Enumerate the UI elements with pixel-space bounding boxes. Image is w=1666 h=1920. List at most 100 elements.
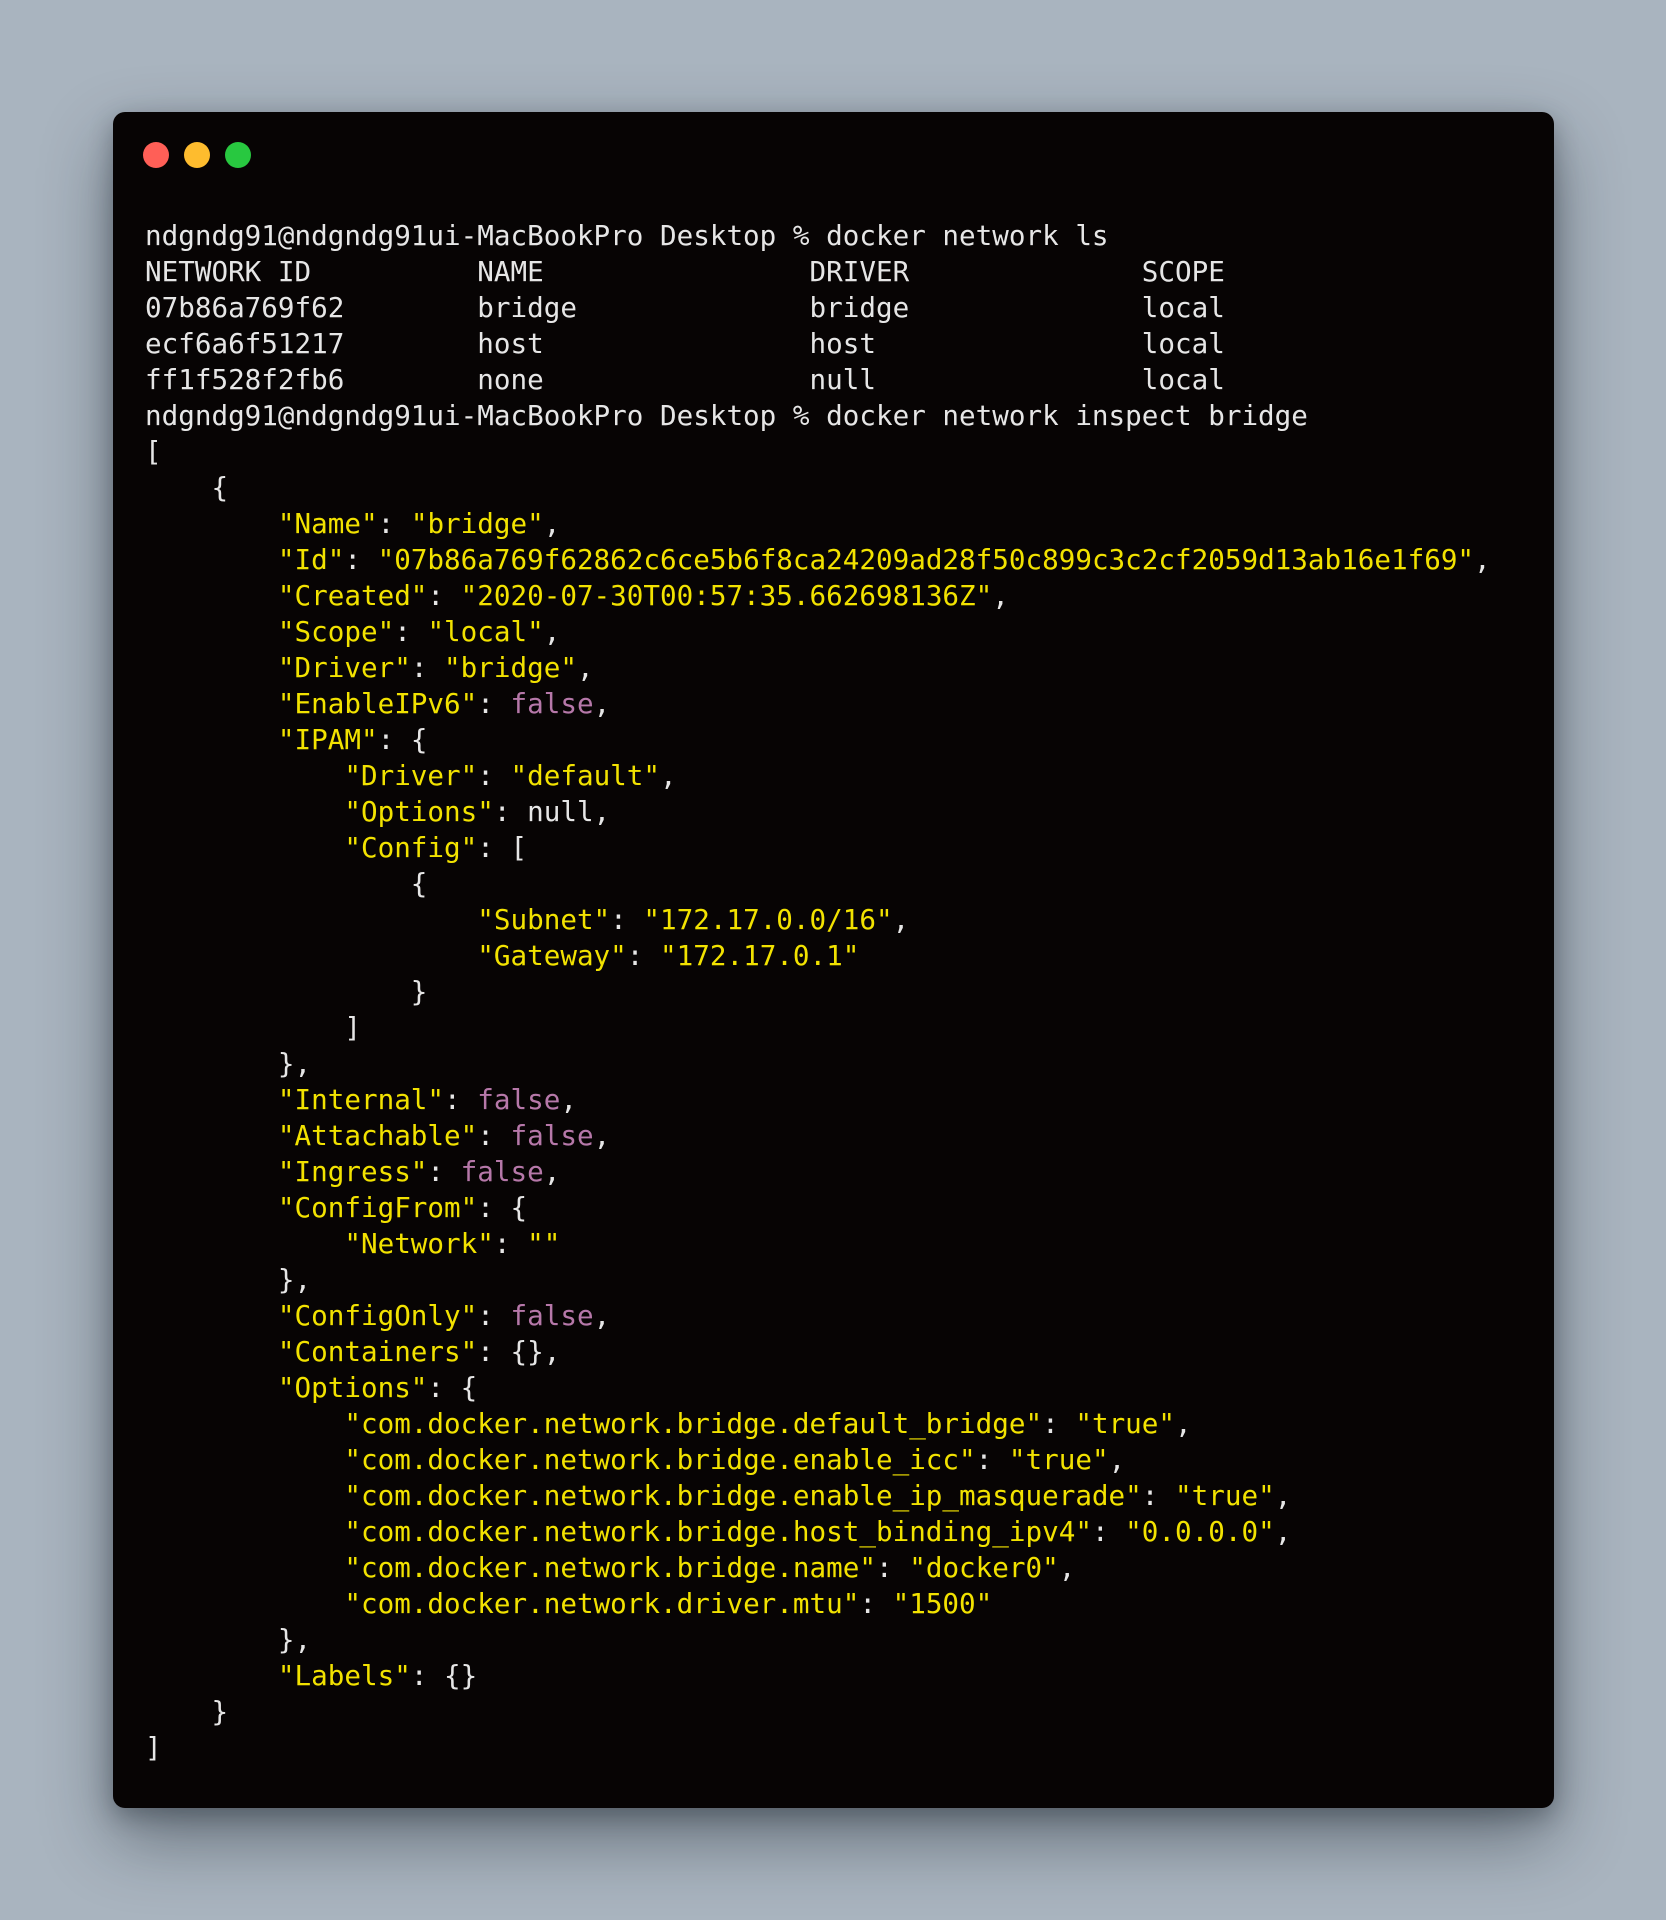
json-string: "com.docker.network.bridge.name" (344, 1551, 876, 1584)
json-string: "07b86a769f62862c6ce5b6f8ca24209ad28f50c… (377, 543, 1475, 576)
terminal-text: ] (145, 1731, 162, 1764)
terminal-line: "ConfigOnly": false, (145, 1298, 1534, 1334)
json-string: "Labels" (277, 1659, 411, 1692)
json-string: "Options" (344, 795, 494, 828)
terminal-line: "com.docker.network.bridge.enable_ip_mas… (145, 1478, 1534, 1514)
json-string: "Ingress" (277, 1155, 428, 1188)
terminal-text: : {}, (477, 1335, 561, 1368)
terminal-text: : (344, 543, 378, 576)
terminal-text: ndgndg91@ndgndg91ui-MacBookPro Desktop %… (145, 399, 1308, 432)
json-string: "Internal" (277, 1083, 445, 1116)
zoom-button[interactable] (225, 142, 251, 168)
json-string: "default" (510, 759, 661, 792)
terminal-text: : (427, 1155, 461, 1188)
terminal-line: "EnableIPv6": false, (145, 686, 1534, 722)
terminal-line: "Options": null, (145, 794, 1534, 830)
json-string: "bridge" (410, 507, 544, 540)
terminal-line: "IPAM": { (145, 722, 1534, 758)
json-string: "1500" (892, 1587, 993, 1620)
terminal-text: : (875, 1551, 910, 1584)
json-boolean: false (510, 687, 594, 720)
terminal-line: 07b86a769f62 bridge bridge local (145, 290, 1534, 326)
json-string: "Gateway" (477, 939, 627, 972)
json-string: "" (527, 1227, 561, 1260)
terminal-text: ecf6a6f51217 host host local (145, 327, 1225, 360)
terminal-line: "com.docker.network.bridge.default_bridg… (145, 1406, 1534, 1442)
terminal-line: "Scope": "local", (145, 614, 1534, 650)
json-string: "Subnet" (477, 903, 611, 936)
terminal-line: "com.docker.network.bridge.host_binding_… (145, 1514, 1534, 1550)
json-string: "Options" (277, 1371, 428, 1404)
terminal-line: "com.docker.network.bridge.enable_icc": … (145, 1442, 1534, 1478)
terminal-text: , (560, 1083, 577, 1116)
terminal-text: ndgndg91@ndgndg91ui-MacBookPro Desktop %… (145, 219, 1109, 252)
terminal-line: { (145, 470, 1534, 506)
json-boolean: false (460, 1155, 544, 1188)
terminal-line: "Options": { (145, 1370, 1534, 1406)
json-string: "172.17.0.1" (660, 939, 860, 972)
terminal-text: } (145, 975, 428, 1008)
json-string: "172.17.0.0/16" (643, 903, 893, 936)
json-string: "true" (1075, 1407, 1176, 1440)
terminal-output[interactable]: ndgndg91@ndgndg91ui-MacBookPro Desktop %… (145, 218, 1534, 1766)
terminal-text: : (975, 1443, 1009, 1476)
terminal-text: : { (427, 1371, 478, 1404)
terminal-line: "Network": "" (145, 1226, 1534, 1262)
json-string: "Name" (277, 507, 378, 540)
terminal-text: : { (477, 1191, 528, 1224)
terminal-text: , (1274, 1479, 1292, 1512)
terminal-text: , (660, 759, 677, 792)
terminal-text: , (593, 1299, 611, 1332)
terminal-text: }, (145, 1263, 312, 1296)
json-string: "Driver" (277, 651, 411, 684)
json-boolean: false (510, 1299, 594, 1332)
terminal-text: , (543, 1155, 561, 1188)
terminal-text: NETWORK ID NAME DRIVER SCOPE (145, 255, 1225, 288)
json-string: "bridge" (444, 651, 577, 684)
terminal-line: "Created": "2020-07-30T00:57:35.66269813… (145, 578, 1534, 614)
minimize-button[interactable] (184, 142, 210, 168)
terminal-text: [ (145, 435, 162, 468)
terminal-text: ] (145, 1011, 361, 1044)
terminal-line: ] (145, 1730, 1534, 1766)
json-string: "Created" (277, 579, 428, 612)
terminal-text: : (1042, 1407, 1076, 1440)
terminal-line: [ (145, 434, 1534, 470)
terminal-text: , (1175, 1407, 1192, 1440)
json-string: "Attachable" (277, 1119, 478, 1152)
json-string: "true" (1008, 1443, 1109, 1476)
terminal-line: "Labels": {} (145, 1658, 1534, 1694)
terminal-text: , (992, 579, 1009, 612)
terminal-text: : (427, 579, 461, 612)
terminal-text: , (1058, 1551, 1076, 1584)
terminal-text: : (477, 1299, 511, 1332)
terminal-line: ndgndg91@ndgndg91ui-MacBookPro Desktop %… (145, 218, 1534, 254)
json-string: "com.docker.network.bridge.enable_ip_mas… (344, 1479, 1142, 1512)
json-string: "ConfigOnly" (277, 1299, 478, 1332)
terminal-line: } (145, 974, 1534, 1010)
terminal-line: "Gateway": "172.17.0.1" (145, 938, 1534, 974)
json-string: "true" (1175, 1479, 1275, 1512)
terminal-line: "Config": [ (145, 830, 1534, 866)
terminal-text: , (543, 507, 561, 540)
terminal-line: }, (145, 1622, 1534, 1658)
terminal-text: : (1141, 1479, 1176, 1512)
json-string: "Id" (277, 543, 345, 576)
terminal-line: NETWORK ID NAME DRIVER SCOPE (145, 254, 1534, 290)
terminal-text: 07b86a769f62 bridge bridge local (145, 291, 1225, 324)
json-string: "Network" (344, 1227, 494, 1260)
close-button[interactable] (143, 142, 169, 168)
terminal-text: , (892, 903, 910, 936)
